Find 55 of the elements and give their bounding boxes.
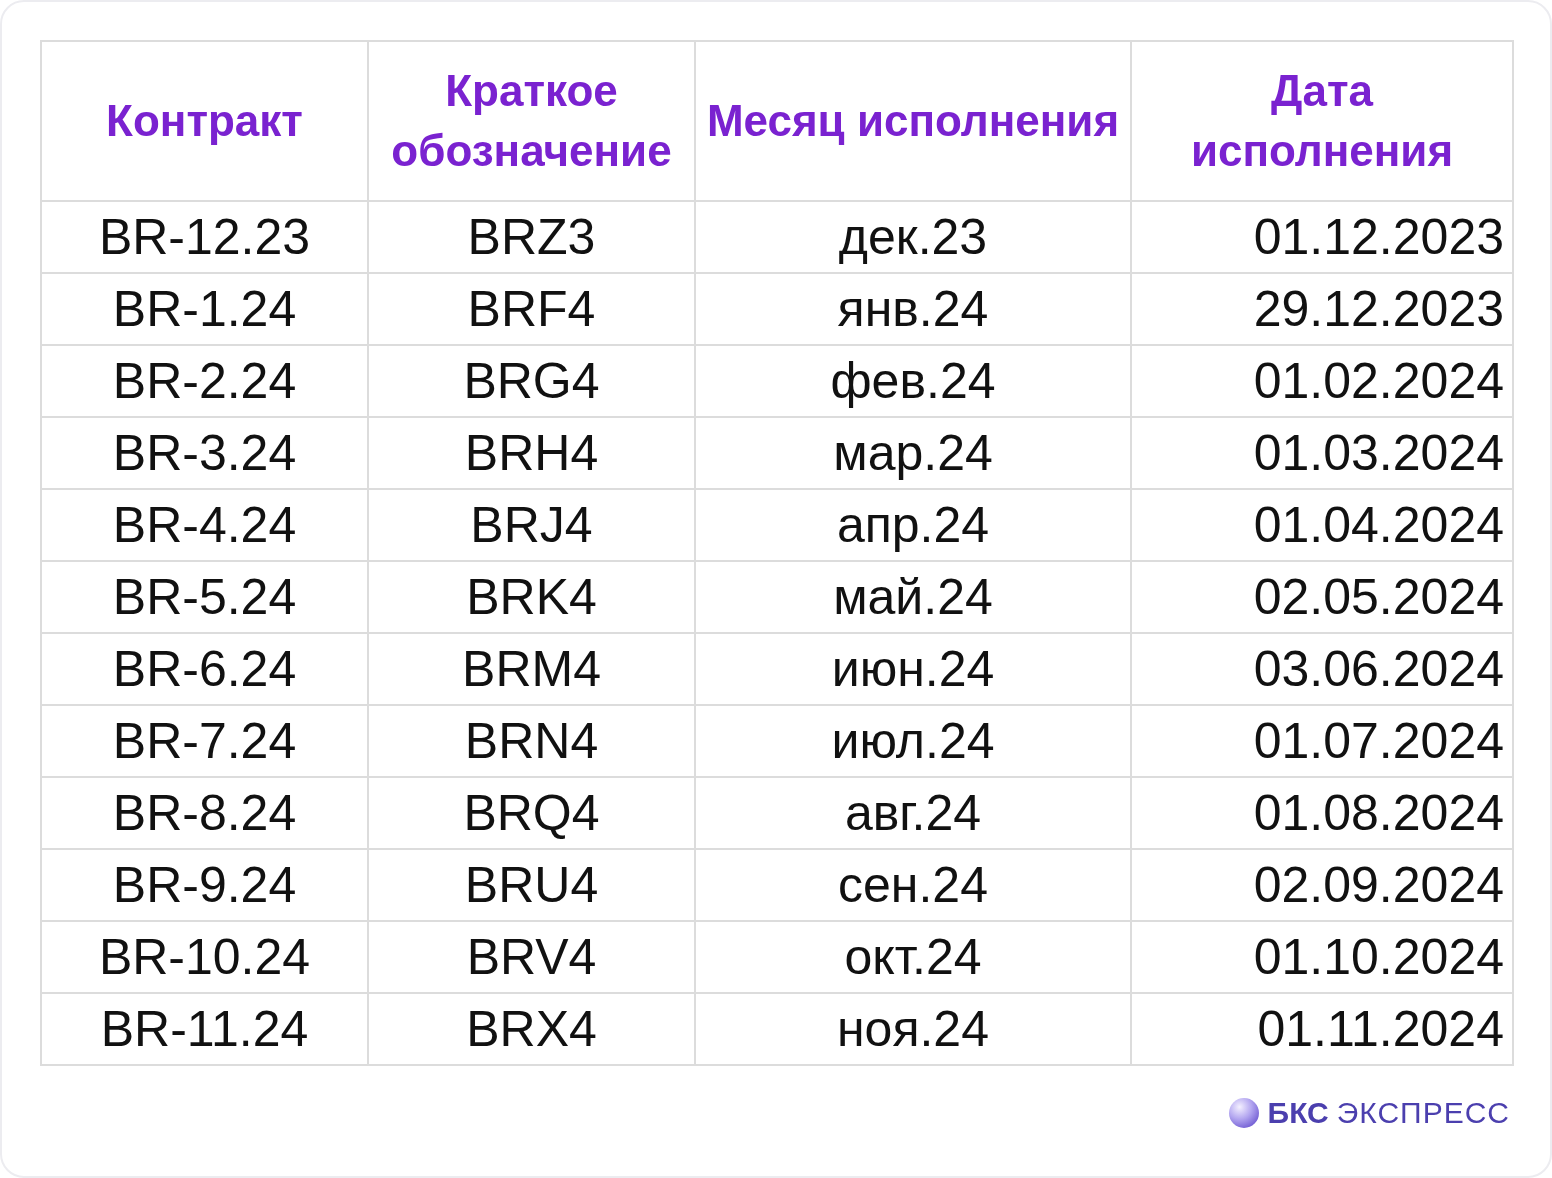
table-cell: 02.05.2024 [1131, 561, 1513, 633]
table-cell: BRQ4 [368, 777, 695, 849]
table-cell: 29.12.2023 [1131, 273, 1513, 345]
table-cell: BR-11.24 [41, 993, 368, 1065]
table-cell: BRJ4 [368, 489, 695, 561]
table-cell: BRX4 [368, 993, 695, 1065]
table-cell: авг.24 [695, 777, 1131, 849]
table-cell: BR-8.24 [41, 777, 368, 849]
table-cell: 01.10.2024 [1131, 921, 1513, 993]
logo-name: ЭКСПРЕСС [1336, 1096, 1510, 1130]
table-cell: июн.24 [695, 633, 1131, 705]
table-cell: 03.06.2024 [1131, 633, 1513, 705]
table-cell: дек.23 [695, 201, 1131, 273]
table-cell: BRK4 [368, 561, 695, 633]
sphere-logo-icon [1227, 1097, 1260, 1129]
table-cell: BR-9.24 [41, 849, 368, 921]
table-cell: апр.24 [695, 489, 1131, 561]
table-cell: 01.04.2024 [1131, 489, 1513, 561]
table-cell: BRM4 [368, 633, 695, 705]
table-cell: фев.24 [695, 345, 1131, 417]
table-cell: BRZ3 [368, 201, 695, 273]
table-cell: BRN4 [368, 705, 695, 777]
table-cell: BRG4 [368, 345, 695, 417]
table-cell: сен.24 [695, 849, 1131, 921]
table-cell: BRH4 [368, 417, 695, 489]
table-cell: BR-10.24 [41, 921, 368, 993]
table-cell: 01.08.2024 [1131, 777, 1513, 849]
table-cell: 01.03.2024 [1131, 417, 1513, 489]
table-cell: BRF4 [368, 273, 695, 345]
table-cell: мар.24 [695, 417, 1131, 489]
table-cell: 01.12.2023 [1131, 201, 1513, 273]
table-cell: янв.24 [695, 273, 1131, 345]
table-cell: BR-6.24 [41, 633, 368, 705]
column-header: Дата исполнения [1131, 41, 1513, 201]
logo-brand: БКС [1267, 1096, 1329, 1130]
table-cell: 02.09.2024 [1131, 849, 1513, 921]
table-cell: 01.02.2024 [1131, 345, 1513, 417]
table-cell: BR-3.24 [41, 417, 368, 489]
table-cell: BR-1.24 [41, 273, 368, 345]
table-cell: BR-2.24 [41, 345, 368, 417]
table-cell: BR-4.24 [41, 489, 368, 561]
column-header: Краткое обозначение [368, 41, 695, 201]
table-cell: BR-7.24 [41, 705, 368, 777]
column-header: Контракт [41, 41, 368, 201]
table-cell: июл.24 [695, 705, 1131, 777]
table-cell: 01.07.2024 [1131, 705, 1513, 777]
table-cell: май.24 [695, 561, 1131, 633]
table-cell: BRU4 [368, 849, 695, 921]
table-cell: окт.24 [695, 921, 1131, 993]
table-cell: BR-5.24 [41, 561, 368, 633]
table-cell: BRV4 [368, 921, 695, 993]
table-cell: 01.11.2024 [1131, 993, 1513, 1065]
column-header: Месяц исполнения [695, 41, 1131, 201]
table-cell: ноя.24 [695, 993, 1131, 1065]
table-cell: BR-12.23 [41, 201, 368, 273]
